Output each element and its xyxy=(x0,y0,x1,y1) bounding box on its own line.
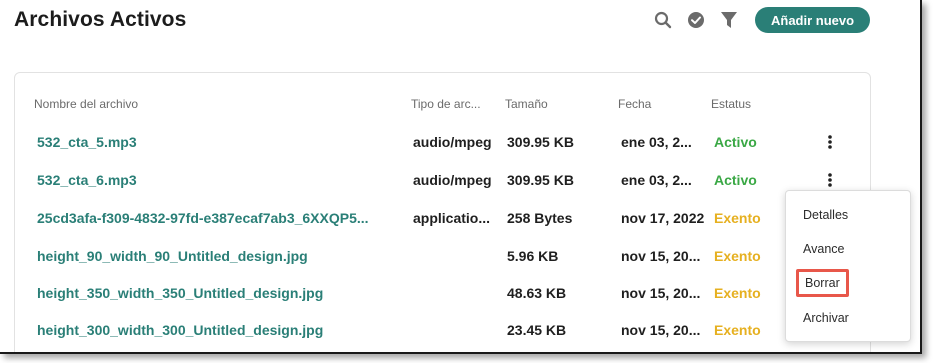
table-row[interactable]: 532_cta_5.mp3 audio/mpeg 309.95 KB ene 0… xyxy=(14,127,869,157)
file-date: nov 15, 20... xyxy=(621,248,701,264)
file-name-link[interactable]: 25cd3afa-f309-4832-97fd-e387ecaf7ab3_6XX… xyxy=(37,203,369,233)
column-header-status[interactable]: Estatus xyxy=(711,97,751,111)
filter-icon[interactable] xyxy=(718,9,740,31)
status-badge: Exento xyxy=(714,248,761,264)
menu-item-archive[interactable]: Archivar xyxy=(803,311,849,325)
add-new-button[interactable]: Añadir nuevo xyxy=(755,7,871,33)
table-row[interactable]: height_90_width_90_Untitled_design.jpg 5… xyxy=(14,241,869,271)
check-circle-icon[interactable] xyxy=(685,9,707,31)
file-date: nov 15, 20... xyxy=(621,285,701,301)
status-badge: Exento xyxy=(714,322,761,338)
file-size: 23.45 KB xyxy=(507,322,567,338)
file-size: 309.95 KB xyxy=(507,134,574,150)
status-badge: Exento xyxy=(714,285,761,301)
menu-item-delete[interactable]: Borrar xyxy=(796,269,849,297)
table-row[interactable]: 532_cta_6.mp3 audio/mpeg 309.95 KB ene 0… xyxy=(14,165,869,195)
file-size: 309.95 KB xyxy=(507,172,574,188)
file-size: 258 Bytes xyxy=(507,210,573,226)
status-badge: Activo xyxy=(714,172,757,188)
status-badge: Activo xyxy=(714,134,757,150)
status-badge: Exento xyxy=(714,210,761,226)
column-header-size[interactable]: Tamaño xyxy=(505,97,548,111)
file-name-link[interactable]: height_350_width_350_Untitled_design.jpg xyxy=(37,278,323,308)
file-size: 48.63 KB xyxy=(507,285,567,301)
file-date: ene 03, 2... xyxy=(621,134,692,150)
file-name-link[interactable]: height_300_width_300_Untitled_design.jpg xyxy=(37,315,323,345)
app-window: Archivos Activos Añadir nuevo Nombre del… xyxy=(0,0,922,354)
table-row[interactable]: height_300_width_300_Untitled_design.jpg… xyxy=(14,315,869,345)
more-options-icon[interactable] xyxy=(820,170,840,190)
file-name-link[interactable]: height_90_width_90_Untitled_design.jpg xyxy=(37,241,308,271)
file-date: ene 03, 2... xyxy=(621,172,692,188)
file-name-link[interactable]: 532_cta_6.mp3 xyxy=(37,165,137,195)
file-date: nov 15, 20... xyxy=(621,322,701,338)
file-type: audio/mpeg xyxy=(413,172,492,188)
file-type: audio/mpeg xyxy=(413,134,492,150)
row-options-menu: Detalles Avance Borrar Archivar xyxy=(785,190,911,342)
search-icon[interactable] xyxy=(652,9,674,31)
menu-item-details[interactable]: Detalles xyxy=(803,208,848,222)
table-row[interactable]: height_350_width_350_Untitled_design.jpg… xyxy=(14,278,869,308)
page-title: Archivos Activos xyxy=(14,8,187,31)
column-header-date[interactable]: Fecha xyxy=(618,97,651,111)
more-options-icon[interactable] xyxy=(820,132,840,152)
file-size: 5.96 KB xyxy=(507,248,559,264)
menu-item-preview[interactable]: Avance xyxy=(803,242,844,256)
toolbar: Añadir nuevo xyxy=(652,7,871,33)
file-date: nov 17, 2022 xyxy=(621,210,705,226)
file-name-link[interactable]: 532_cta_5.mp3 xyxy=(37,127,137,157)
table-row[interactable]: 25cd3afa-f309-4832-97fd-e387ecaf7ab3_6XX… xyxy=(14,203,869,233)
file-type: applicatio... xyxy=(413,210,491,226)
column-header-name[interactable]: Nombre del archivo xyxy=(34,97,138,111)
column-header-type[interactable]: Tipo de arc... xyxy=(411,97,481,111)
